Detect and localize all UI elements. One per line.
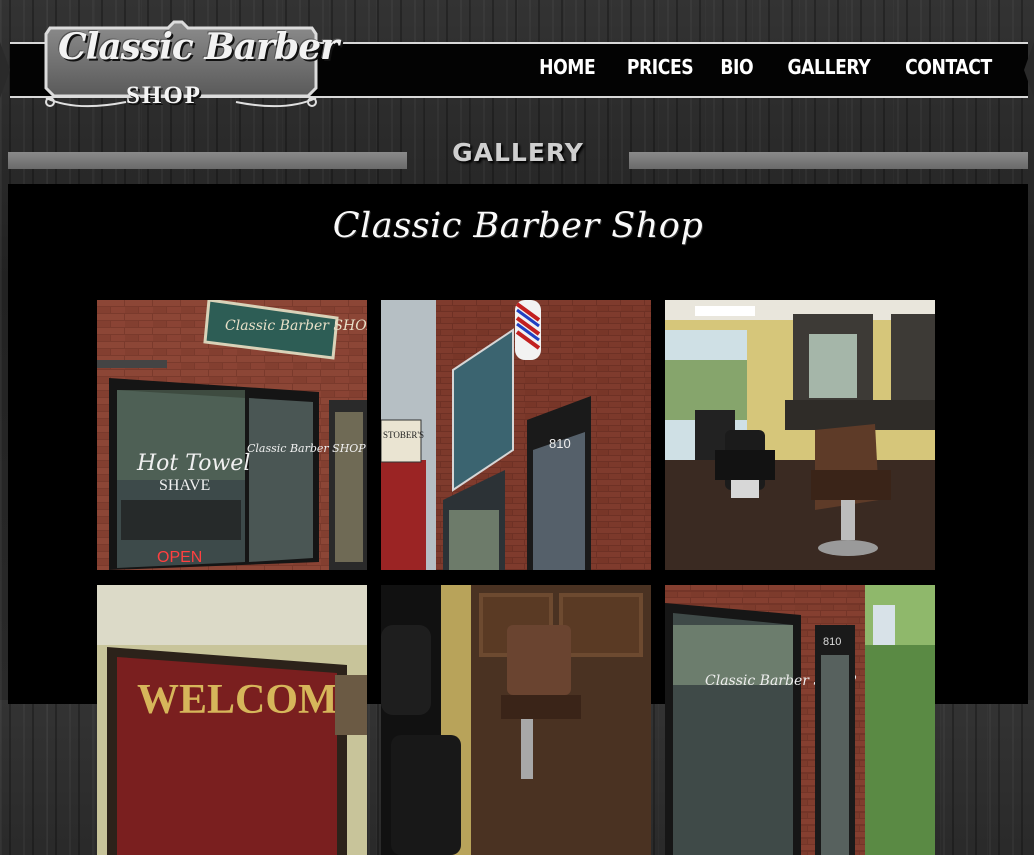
gallery-photo-chair-closeup[interactable]: [381, 585, 651, 855]
nav-home[interactable]: HOME: [539, 54, 596, 80]
section-title: GALLERY: [452, 138, 584, 167]
door-number: 810: [549, 436, 571, 451]
side-door-number: 810: [823, 636, 841, 648]
storefront-sign-text: Classic Barber SHOP: [225, 318, 367, 334]
main-nav: HOME PRICES BIO GALLERY CONTACT: [530, 54, 992, 80]
logo-script-text: Classic Barber: [58, 26, 339, 68]
gallery-photo-welcome-sign[interactable]: WELCOME: [97, 585, 367, 855]
title-rule-right: [629, 152, 1028, 169]
gallery-photo-storefront-side[interactable]: Classic Barber SHOP 810: [665, 585, 935, 855]
gallery-photo-storefront-window[interactable]: Hot Towel SHAVE Classic Barber SHOP OPEN…: [97, 300, 367, 570]
neon-open-sign: OPEN: [157, 549, 202, 566]
welcome-sign-text: WELCOME: [137, 677, 366, 723]
nav-gallery[interactable]: GALLERY: [787, 54, 870, 80]
nav-bio[interactable]: BIO: [720, 54, 753, 80]
window-text-classic: Classic Barber SHOP: [247, 442, 366, 455]
site-logo[interactable]: Classic Barber SHOP: [36, 20, 339, 110]
logo-shop-text: SHOP: [126, 82, 203, 109]
nav-prices[interactable]: PRICES: [627, 54, 694, 80]
nav-contact[interactable]: CONTACT: [905, 54, 992, 80]
gallery-heading: Classic Barber Shop: [332, 206, 704, 246]
window-text-hot-towel: Hot Towel: [136, 451, 250, 476]
gallery-photo-interior-chairs[interactable]: [665, 300, 935, 570]
gallery-panel: Classic Barber Shop Hot Towel SHAVE Clas…: [8, 184, 1028, 855]
title-rule-left: [8, 152, 407, 169]
gallery-photo-storefront-corner[interactable]: STOBER'S 810: [381, 300, 651, 570]
side-sign-text: STOBER'S: [383, 430, 424, 440]
window-text-shave: SHAVE: [159, 477, 210, 494]
